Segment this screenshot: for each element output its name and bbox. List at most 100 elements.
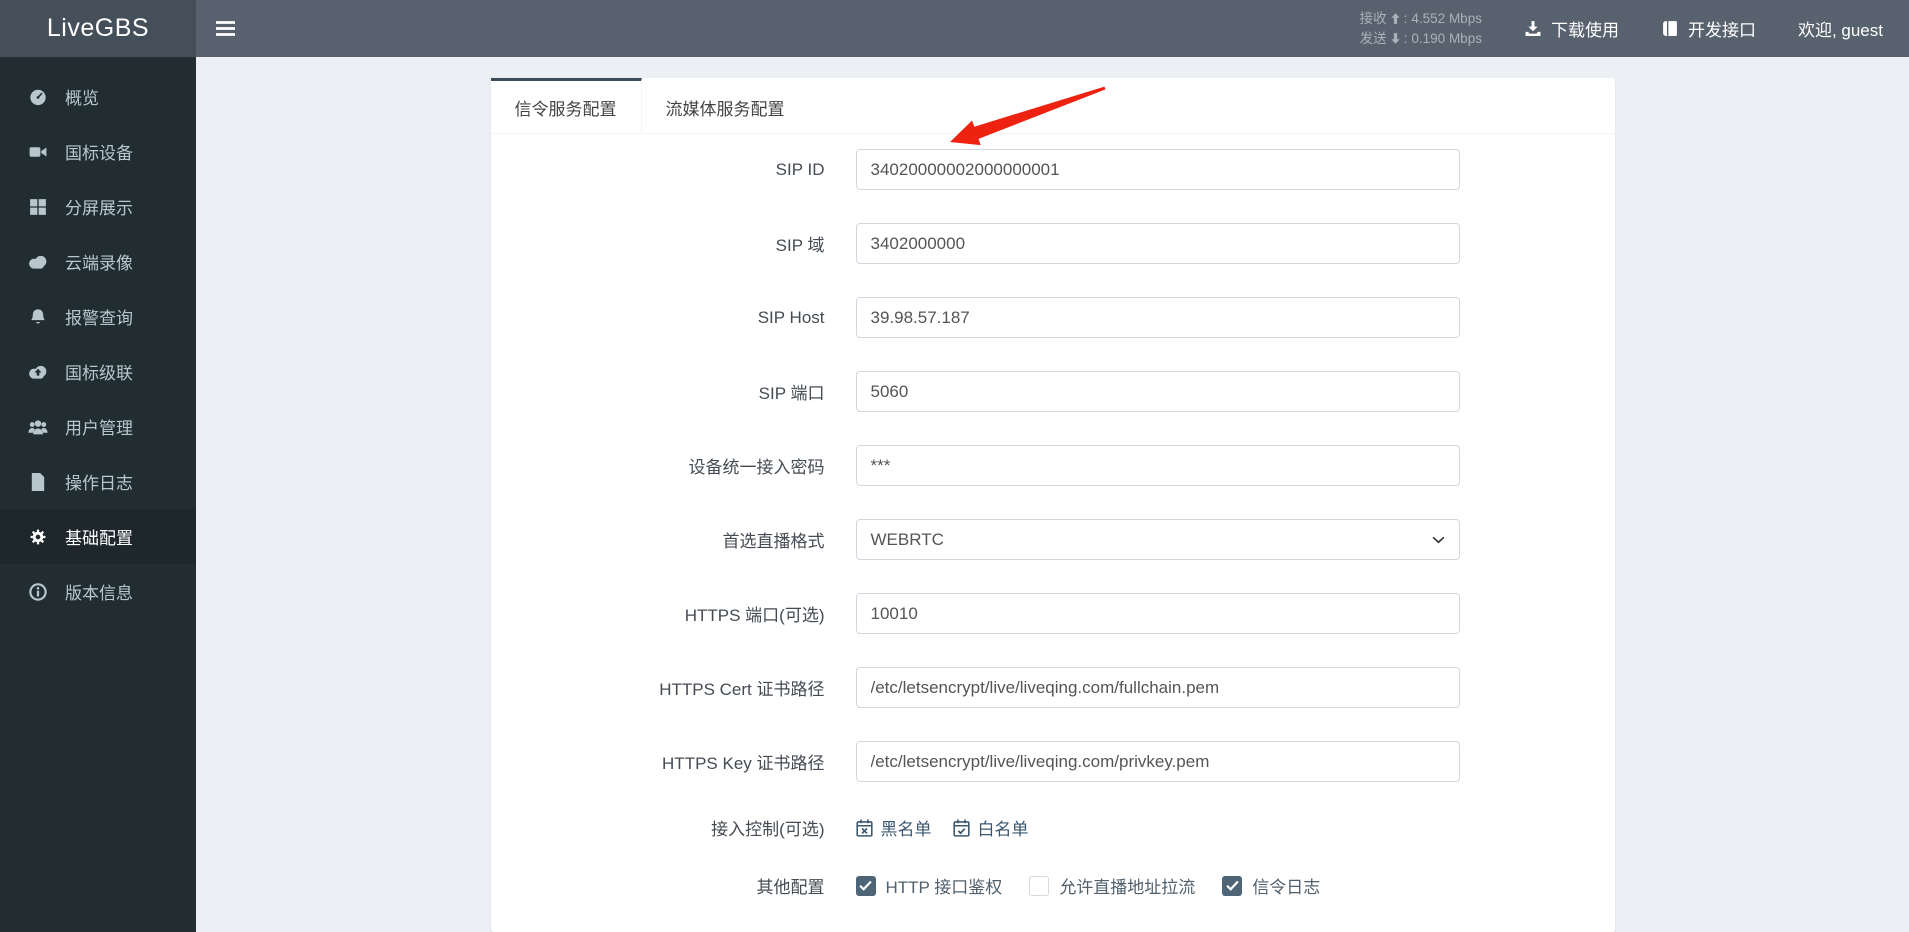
calendar-times-icon <box>855 818 873 837</box>
form-row-access-control: 接入控制(可选) 黑名单 白名单 <box>491 815 1615 840</box>
sidebar-item-op-log[interactable]: 操作日志 <box>0 454 196 509</box>
checkbox-label: 允许直播地址拉流 <box>1059 878 1196 897</box>
gears-icon <box>27 528 48 546</box>
allow-url-pull-checkbox[interactable]: 允许直播地址拉流 <box>1029 873 1195 898</box>
info-circle-icon <box>27 582 48 601</box>
sidebar-toggle-button[interactable] <box>196 0 254 57</box>
cloud-icon <box>27 253 48 271</box>
sidebar-item-user-mgmt[interactable]: 用户管理 <box>0 399 196 454</box>
main-content: 信令服务配置流媒体服务配置 SIP ID SIP 域 SIP Host SIP 端口设… <box>196 57 1909 932</box>
bars-icon <box>215 21 235 36</box>
field-label: SIP ID <box>775 159 825 179</box>
sidebar-item-label: 基础配置 <box>65 529 133 548</box>
device-password-input[interactable] <box>855 445 1460 486</box>
arrow-down-icon <box>1391 32 1400 44</box>
stat-label: 接收 <box>1359 10 1387 26</box>
sip-port-input[interactable] <box>855 371 1460 412</box>
sidebar-item-gb-devices[interactable]: 国标设备 <box>0 124 196 179</box>
sidebar-item-label: 国标设备 <box>65 144 133 163</box>
checkbox-label: HTTP 接口鉴权 <box>885 878 1003 897</box>
book-icon <box>1661 20 1679 37</box>
file-icon <box>27 472 48 491</box>
cloud-upload-icon <box>27 363 48 381</box>
sip-host-input[interactable] <box>855 297 1460 338</box>
other-config-options: HTTP 接口鉴权 允许直播地址拉流 信令日志 <box>855 873 1320 898</box>
sidebar-item-gb-cascade[interactable]: 国标级联 <box>0 344 196 399</box>
chevron-down-icon <box>1432 536 1445 544</box>
whitelist-link[interactable]: 白名单 <box>952 815 1029 840</box>
network-stat-line: 发送 : 0.190 Mbps <box>1360 29 1482 49</box>
sidebar-item-cloud-record[interactable]: 云端录像 <box>0 234 196 289</box>
http-auth-checkbox[interactable]: HTTP 接口鉴权 <box>855 873 1003 898</box>
stat-separator: : <box>1403 10 1408 26</box>
link-label: 白名单 <box>977 820 1029 839</box>
sidebar-item-split-screen[interactable]: 分屏展示 <box>0 179 196 234</box>
sidebar-item-basic-config[interactable]: 基础配置 <box>0 509 196 564</box>
sidebar-item-label: 用户管理 <box>65 419 133 438</box>
brand-logo[interactable]: LiveGBS <box>0 0 196 57</box>
calendar-check-icon <box>952 818 970 837</box>
action-label: 下载使用 <box>1550 21 1619 40</box>
field-label: 其他配置 <box>756 878 825 897</box>
form-row-https-cert: HTTPS Cert 证书路径 <box>491 667 1615 708</box>
tab-bar: 信令服务配置 流媒体服务配置 <box>490 78 1615 134</box>
field-label: SIP 域 <box>775 236 825 255</box>
sidebar-item-label: 版本信息 <box>65 584 133 603</box>
field-label: 设备统一接入密码 <box>688 458 825 477</box>
signal-log-checkbox[interactable]: 信令日志 <box>1222 873 1320 898</box>
checkbox-checked-icon <box>855 875 876 896</box>
sidebar-nav: 概览国标设备分屏展示云端录像报警查询国标级联用户管理操作日志基础配置版本信息 <box>0 57 196 932</box>
tab-media-config[interactable]: 流媒体服务配置 <box>642 78 809 133</box>
sidebar-item-label: 操作日志 <box>65 474 133 493</box>
field-label: HTTPS Key 证书路径 <box>662 754 825 773</box>
config-form: SIP ID SIP 域 SIP Host SIP 端口设备统一接入密码首选直播格式 W… <box>491 134 1615 898</box>
tab-signal-config[interactable]: 信令服务配置 <box>490 78 642 133</box>
stat-separator: : <box>1403 30 1408 46</box>
stat-label: 发送 <box>1359 30 1387 46</box>
https-port-input[interactable] <box>855 593 1460 634</box>
network-stats: 接收 : 4.552 Mbps 发送 : 0.190 Mbps <box>1360 9 1482 48</box>
topbar-action-download[interactable]: 下载使用 <box>1524 16 1619 41</box>
sidebar-item-alarm-query[interactable]: 报警查询 <box>0 289 196 344</box>
top-header: LiveGBS 接收 : 4.552 Mbps 发送 : 0.190 Mbps 下… <box>0 0 1909 57</box>
config-card: 信令服务配置流媒体服务配置 SIP ID SIP 域 SIP Host SIP 端口设… <box>490 78 1615 932</box>
https-key-input[interactable] <box>855 741 1460 782</box>
checkbox-unchecked-icon <box>1029 875 1050 896</box>
sip-domain-input[interactable] <box>855 223 1460 264</box>
blacklist-link[interactable]: 黑名单 <box>855 815 932 840</box>
form-row-sip-id: SIP ID <box>491 149 1615 190</box>
field-label: HTTPS 端口(可选) <box>684 606 825 625</box>
network-stat-line: 接收 : 4.552 Mbps <box>1360 9 1482 29</box>
field-label: 接入控制(可选) <box>711 820 825 839</box>
form-row-device-password: 设备统一接入密码 <box>491 445 1615 486</box>
dashboard-icon <box>27 88 48 106</box>
link-label: 黑名单 <box>880 820 932 839</box>
form-row-https-key: HTTPS Key 证书路径 <box>491 741 1615 782</box>
sidebar-item-overview[interactable]: 概览 <box>0 69 196 124</box>
form-row-sip-domain: SIP 域 <box>491 223 1615 264</box>
welcome-text: 欢迎, guest <box>1797 21 1883 40</box>
stat-value: 4.552 Mbps <box>1411 10 1482 26</box>
https-cert-input[interactable] <box>855 667 1460 708</box>
checkbox-label: 信令日志 <box>1252 878 1321 897</box>
sip-id-input[interactable] <box>855 149 1460 190</box>
form-row-https-port: HTTPS 端口(可选) <box>491 593 1615 634</box>
select-value: WEBRTC <box>870 529 944 549</box>
stat-value: 0.190 Mbps <box>1411 30 1482 46</box>
video-camera-icon <box>27 143 48 161</box>
users-icon <box>27 418 48 436</box>
access-control-links: 黑名单 白名单 <box>855 815 1029 840</box>
field-label: SIP 端口 <box>758 384 825 403</box>
live-format-select[interactable]: WEBRTC <box>855 519 1460 560</box>
sidebar-item-label: 云端录像 <box>65 254 133 273</box>
topbar-action-api-docs[interactable]: 开发接口 <box>1661 16 1756 41</box>
field-label: HTTPS Cert 证书路径 <box>659 680 825 699</box>
sidebar-item-label: 国标级联 <box>65 364 133 383</box>
sidebar-item-version-info[interactable]: 版本信息 <box>0 564 196 619</box>
arrow-up-icon <box>1391 13 1400 25</box>
download-icon <box>1524 20 1542 37</box>
action-label: 开发接口 <box>1687 21 1756 40</box>
form-row-sip-host: SIP Host <box>491 297 1615 338</box>
checkbox-checked-icon <box>1222 875 1243 896</box>
form-row-sip-port: SIP 端口 <box>491 371 1615 412</box>
